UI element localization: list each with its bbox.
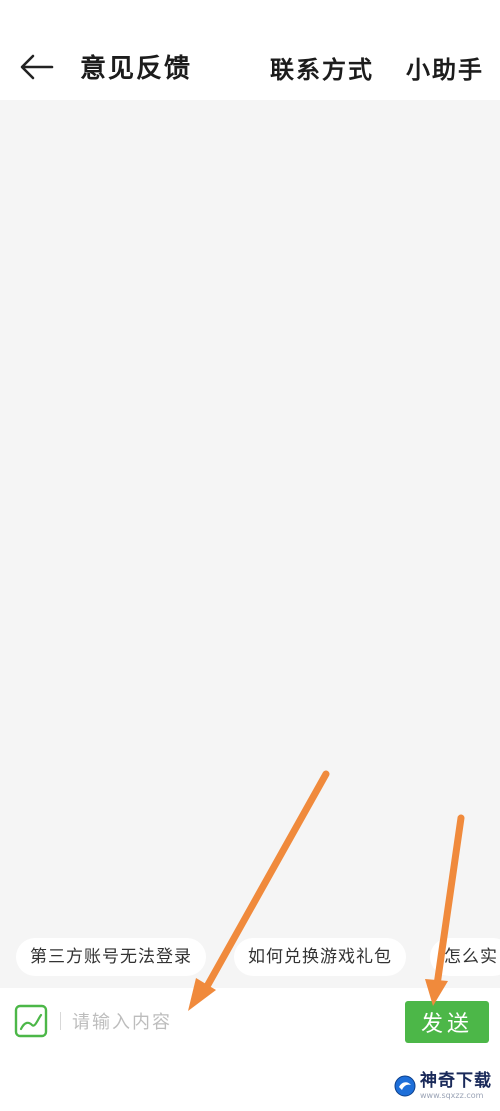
watermark-title: 神奇下载 bbox=[420, 1070, 492, 1091]
quick-question-chip[interactable]: 如何兑换游戏礼包 bbox=[234, 938, 406, 976]
message-input[interactable] bbox=[62, 1000, 402, 1044]
quick-question-chip[interactable]: 第三方账号无法登录 bbox=[16, 938, 206, 976]
helper-link[interactable]: 小助手 bbox=[406, 50, 484, 85]
send-button[interactable]: 发送 bbox=[405, 1001, 489, 1043]
arrow-left-icon bbox=[20, 54, 54, 80]
watermark-url: www.sqxzz.com bbox=[420, 1090, 484, 1100]
back-button[interactable] bbox=[14, 44, 60, 90]
quick-question-chip[interactable]: 怎么实 bbox=[430, 938, 500, 976]
image-icon bbox=[14, 1004, 48, 1038]
contact-link[interactable]: 联系方式 bbox=[270, 50, 374, 85]
watermark: 神奇下载 www.sqxzz.com bbox=[394, 1068, 492, 1104]
chat-area bbox=[0, 100, 500, 930]
header: 意见反馈 联系方式 小助手 bbox=[0, 0, 500, 100]
page-title: 意见反馈 bbox=[80, 54, 193, 84]
input-divider bbox=[60, 1012, 61, 1030]
watermark-logo-icon bbox=[394, 1075, 416, 1097]
image-upload-button[interactable] bbox=[14, 1004, 48, 1038]
composer-bar: 发送 bbox=[0, 988, 500, 1058]
quick-questions-bar: 第三方账号无法登录 如何兑换游戏礼包 怎么实 bbox=[0, 930, 500, 988]
